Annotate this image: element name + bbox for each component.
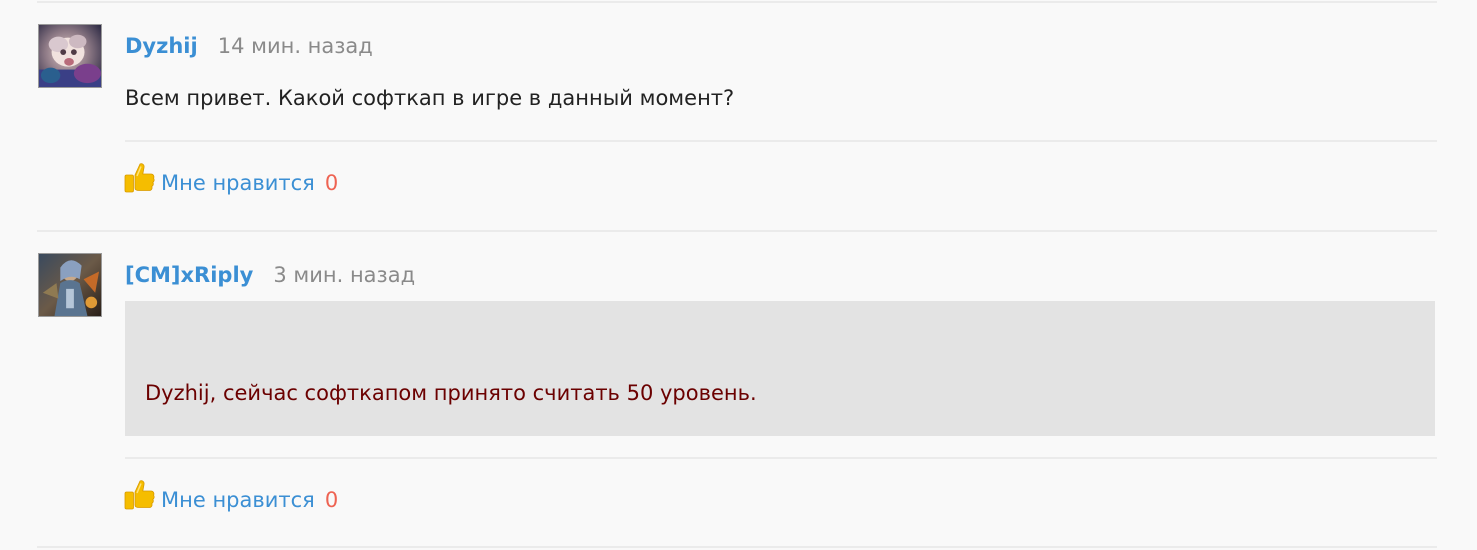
- like-button[interactable]: Мне нравится 0: [123, 160, 338, 196]
- comment-text: Всем привет. Какой софткап в игре в данн…: [125, 86, 735, 110]
- author-link[interactable]: Dyzhij: [125, 34, 198, 58]
- quote-text: Dyzhij, сейчас софткапом принято считать…: [145, 381, 757, 405]
- comment-header: [CM]xRiply 3 мин. назад: [125, 263, 415, 293]
- comment-header: Dyzhij 14 мин. назад: [125, 34, 373, 64]
- user-avatar[interactable]: [38, 24, 102, 88]
- thumbs-up-icon: [123, 479, 155, 513]
- user-avatar[interactable]: [38, 253, 102, 317]
- comment-timestamp: 3 мин. назад: [273, 263, 416, 287]
- like-label: Мне нравится: [161, 171, 315, 195]
- like-count: 0: [324, 488, 339, 512]
- comment-divider-top: [37, 1, 1437, 3]
- comment-timestamp: 14 мин. назад: [217, 34, 373, 58]
- comment-divider: [125, 457, 1437, 459]
- author-link[interactable]: [CM]xRiply: [125, 263, 253, 287]
- avatar-image: [39, 25, 101, 87]
- like-count: 0: [324, 171, 339, 195]
- quote-block: Dyzhij, сейчас софткапом принято считать…: [125, 301, 1435, 436]
- avatar-image: [39, 254, 101, 316]
- like-button[interactable]: Мне нравится 0: [123, 477, 338, 513]
- comment-divider: [125, 140, 1437, 142]
- thumbs-up-icon: [123, 162, 155, 196]
- comment-separator: [37, 546, 1437, 548]
- like-label: Мне нравится: [161, 488, 315, 512]
- comment-separator: [37, 230, 1437, 232]
